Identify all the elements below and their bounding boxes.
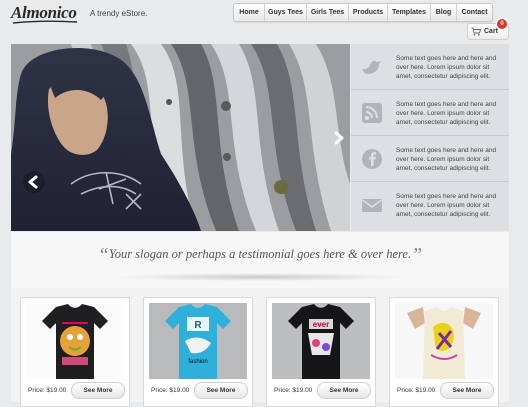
hero-image xyxy=(11,44,350,231)
twitter-bird-icon xyxy=(362,61,381,74)
cart-icon xyxy=(471,27,481,36)
product-card[interactable]: Price: $19.00 See More xyxy=(389,297,499,407)
nav-products[interactable]: Products xyxy=(349,4,388,21)
mail-icon xyxy=(362,199,382,212)
product-card[interactable]: ever Price: $19.00 See More xyxy=(266,297,376,407)
product-card[interactable]: Price: $19.00 See More xyxy=(20,297,130,407)
side-item-text: Some text goes here and here and over he… xyxy=(396,193,497,218)
svg-text:ever: ever xyxy=(313,320,329,329)
side-item-text: Some text goes here and here and over he… xyxy=(396,101,497,126)
nav-contact[interactable]: Contact xyxy=(457,4,492,21)
product-price: Price: $19.00 xyxy=(28,387,67,394)
rss-icon xyxy=(362,103,382,123)
side-item-mail[interactable]: Some text goes here and here and over he… xyxy=(351,182,509,228)
svg-text:R: R xyxy=(194,320,202,331)
close-quote-icon: ” xyxy=(411,244,423,266)
open-quote-icon: “ xyxy=(97,244,109,266)
see-more-button[interactable]: See More xyxy=(440,382,494,399)
slogan-text: “Your slogan or perhaps a testimonial go… xyxy=(11,244,509,267)
side-item-twitter[interactable]: Some text goes here and here and over he… xyxy=(351,44,509,90)
svg-text:fashion: fashion xyxy=(188,359,207,365)
nav-girls-tees[interactable]: Girls Tees xyxy=(307,4,349,21)
side-item-rss[interactable]: Some text goes here and here and over he… xyxy=(351,90,509,136)
product-image: ever xyxy=(272,303,370,379)
hero-slider[interactable] xyxy=(11,44,350,231)
cart-label: Cart xyxy=(484,28,499,35)
product-image xyxy=(395,303,493,379)
slogan-copy: Your slogan or perhaps a testimonial goe… xyxy=(108,247,412,261)
see-more-button[interactable]: See More xyxy=(71,382,125,399)
facebook-icon xyxy=(362,149,382,169)
product-price: Price: $19.00 xyxy=(397,387,436,394)
see-more-button[interactable]: See More xyxy=(317,382,371,399)
social-side-panel: Some text goes here and here and over he… xyxy=(351,44,509,231)
slider-prev-button[interactable] xyxy=(23,171,45,193)
cart-button[interactable]: Cart 0 xyxy=(467,19,509,40)
chevron-right-icon xyxy=(334,131,344,145)
product-card[interactable]: R fashion Price: $19.00 See More xyxy=(143,297,253,407)
nav-templates[interactable]: Templates xyxy=(388,4,431,21)
product-image xyxy=(26,303,124,379)
see-more-button[interactable]: See More xyxy=(194,382,248,399)
nav-home[interactable]: Home xyxy=(234,4,265,21)
slogan-shadow xyxy=(111,273,409,281)
main-nav: Home Guys Tees Girls Tees Products Templ… xyxy=(233,3,493,22)
side-item-text: Some text goes here and here and over he… xyxy=(396,55,497,80)
nav-blog[interactable]: Blog xyxy=(431,4,457,21)
nav-guys-tees[interactable]: Guys Tees xyxy=(265,4,307,21)
product-image: R fashion xyxy=(149,303,247,379)
product-price: Price: $19.00 xyxy=(274,387,313,394)
chevron-left-icon xyxy=(28,175,38,189)
site-tagline: A trendy eStore. xyxy=(90,9,148,18)
logo-swoosh xyxy=(12,20,78,24)
side-item-text: Some text goes here and here and over he… xyxy=(396,147,497,172)
slogan-banner: “Your slogan or perhaps a testimonial go… xyxy=(11,232,509,288)
side-item-facebook[interactable]: Some text goes here and here and over he… xyxy=(351,136,509,182)
cart-count-badge: 0 xyxy=(497,19,507,29)
slider-next-button[interactable] xyxy=(327,127,349,149)
product-price: Price: $19.00 xyxy=(151,387,190,394)
